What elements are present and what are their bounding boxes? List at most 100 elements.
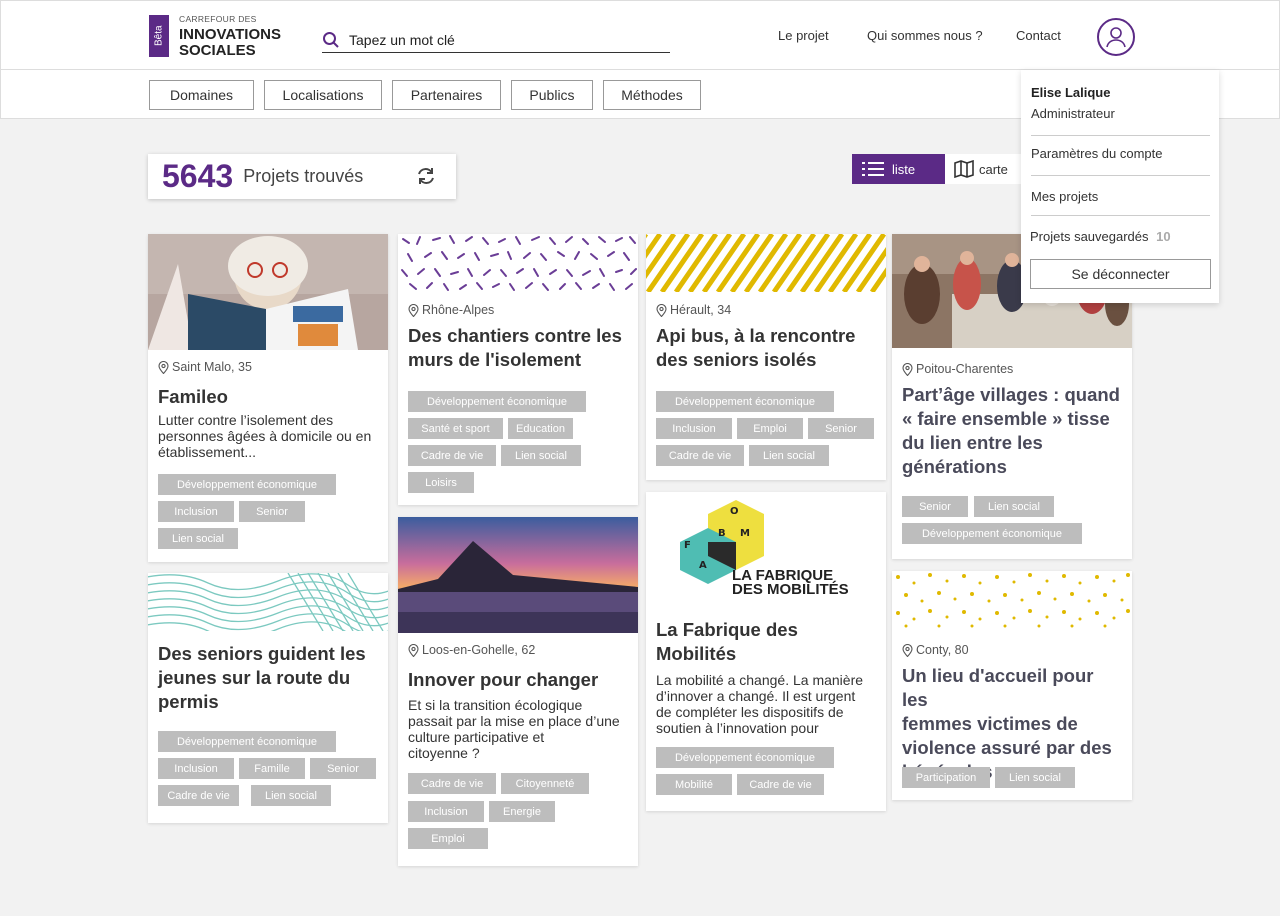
tag-chip[interactable]: Participation [902,767,990,788]
tag-chip[interactable]: Développement économique [408,391,586,412]
my-projects-link[interactable]: Mes projets [1031,189,1098,204]
project-title-line: Des seniors guident les [158,643,366,664]
user-avatar-button[interactable] [1097,18,1135,56]
filter-publics-button[interactable]: Publics [511,80,593,110]
tag-chip[interactable]: Inclusion [158,501,234,522]
project-location: Conty, 80 [902,643,969,657]
tag-chip[interactable]: Loisirs [408,472,474,493]
tag-chip[interactable]: Lien social [158,528,238,549]
logout-button[interactable]: Se déconnecter [1030,259,1211,289]
logo-line-1: CARREFOUR DES [179,14,257,24]
location-pin-icon [902,362,913,376]
project-description-line: d’innover a changé. Il est urgent [656,688,856,704]
nav-qui-sommes-nous[interactable]: Qui sommes nous ? [867,28,983,43]
project-card[interactable]: Rhône-Alpes Des chantiers contre les mur… [398,234,638,505]
search-icon[interactable] [322,31,340,49]
list-view-button[interactable]: liste [852,154,945,184]
project-description-line: soutien à l’innovation pour [656,720,819,736]
tag-chip[interactable]: Développement économique [656,391,834,412]
tag-chip[interactable]: Senior [310,758,376,779]
project-logo-image: O M B F A LA FABRIQUE DES MOBILITÉS [646,492,886,610]
nav-le-projet[interactable]: Le projet [778,28,829,43]
top-header: Bêta CARREFOUR DES INNOVATIONS SOCIALES … [0,0,1280,70]
tag-chip[interactable]: Lien social [974,496,1054,517]
project-title-line: femmes victimes de [902,713,1078,734]
nav-contact[interactable]: Contact [1016,28,1061,43]
logo-line-2: INNOVATIONS [179,25,281,43]
filter-domaines-button[interactable]: Domaines [149,80,254,110]
tag-chip[interactable]: Cadre de vie [158,785,239,806]
project-title[interactable]: Part’âge villages : quand « faire ensemb… [902,383,1124,479]
filter-partenaires-button[interactable]: Partenaires [392,80,501,110]
project-card[interactable]: Saint Malo, 35 Famileo Lutter contre l’i… [148,234,388,562]
tag-chip[interactable]: Développement économique [158,474,336,495]
tag-chip[interactable]: Education [508,418,573,439]
project-title-line: jeunes sur la route du [158,667,351,688]
project-description-line: citoyenne ? [408,745,480,761]
account-settings-link[interactable]: Paramètres du compte [1031,146,1163,161]
tag-chip[interactable]: Emploi [737,418,803,439]
project-card[interactable]: O M B F A LA FABRIQUE DES MOBILITÉS La F… [646,492,886,811]
filter-methodes-button[interactable]: Méthodes [603,80,701,110]
tag-chip[interactable]: Cadre de vie [737,774,824,795]
user-icon [1106,27,1126,48]
refresh-icon[interactable] [415,165,437,187]
project-description-line: établissement... [158,444,257,460]
project-title-line: Famileo [158,386,228,407]
saved-projects-link[interactable]: Projets sauvegardés 10 [1030,229,1171,244]
search-input[interactable] [349,31,649,48]
tag-chip[interactable]: Lien social [749,445,829,466]
project-title[interactable]: Innover pour changer [408,668,630,692]
tag-chip[interactable]: Senior [808,418,874,439]
saved-projects-label: Projets sauvegardés [1030,229,1149,244]
project-title[interactable]: Api bus, à la rencontre des seniors isol… [656,324,878,372]
project-title[interactable]: Des seniors guident les jeunes sur la ro… [158,642,380,714]
tag-chip[interactable]: Energie [489,801,555,822]
project-title[interactable]: Un lieu d'accueil pour les femmes victim… [902,664,1124,784]
project-location: Loos-en-Gohelle, 62 [408,643,535,657]
tag-chip[interactable]: Inclusion [656,418,732,439]
tag-chip[interactable]: Développement économique [902,523,1082,544]
tag-chip[interactable]: Famille [239,758,305,779]
project-title[interactable]: Famileo [158,385,380,409]
logo-text-line: DES MOBILITÉS [732,581,849,598]
tag-chip[interactable]: Citoyenneté [501,773,589,794]
tag-chip[interactable]: Lien social [995,767,1075,788]
filter-localisations-button[interactable]: Localisations [264,80,382,110]
tag-chip[interactable]: Lien social [501,445,581,466]
results-count-box: 5643 Projets trouvés [148,154,456,199]
site-logo[interactable]: Bêta CARREFOUR DES INNOVATIONS SOCIALES [149,15,281,58]
tag-chip[interactable]: Cadre de vie [408,445,496,466]
tag-chip[interactable]: Développement économique [158,731,336,752]
tag-chip[interactable]: Cadre de vie [656,445,744,466]
tag-chip[interactable]: Inclusion [408,801,484,822]
tag-chip[interactable]: Développement économique [656,747,834,768]
project-description: Et si la transition écologique passait p… [408,697,630,761]
map-view-button[interactable]: carte [945,154,1021,184]
project-title-line: Innover pour changer [408,669,599,690]
tag-chip[interactable]: Inclusion [158,758,234,779]
project-card[interactable]: Loos-en-Gohelle, 62 Innover pour changer… [398,517,638,866]
project-title[interactable]: Des chantiers contre les murs de l'isole… [408,324,630,372]
tag-chip[interactable]: Santé et sport [408,418,503,439]
project-location-text: Loos-en-Gohelle, 62 [422,643,536,657]
tag-chip[interactable]: Emploi [408,828,488,849]
tag-chip[interactable]: Senior [239,501,305,522]
divider [1031,175,1210,176]
project-title-line: Api bus, à la rencontre [656,325,856,346]
project-card[interactable]: Conty, 80 Un lieu d'accueil pour les fem… [892,571,1132,800]
results-count: 5643 [162,158,234,194]
tag-chip[interactable]: Senior [902,496,968,517]
project-title-line: violence assuré par des [902,737,1112,758]
project-card[interactable]: Hérault, 34 Api bus, à la rencontre des … [646,234,886,480]
tag-chip[interactable]: Lien social [251,785,331,806]
project-card[interactable]: Des seniors guident les jeunes sur la ro… [148,573,388,823]
project-description-line: culture participative et [408,729,545,745]
project-location-text: Hérault, 34 [670,303,732,317]
tag-chip[interactable]: Cadre de vie [408,773,496,794]
tag-chip[interactable]: Mobilité [656,774,732,795]
project-location: Saint Malo, 35 [158,360,252,374]
divider [1031,135,1210,136]
project-title-line: La Fabrique des [656,619,798,640]
project-title[interactable]: La Fabrique des Mobilités [656,618,878,666]
